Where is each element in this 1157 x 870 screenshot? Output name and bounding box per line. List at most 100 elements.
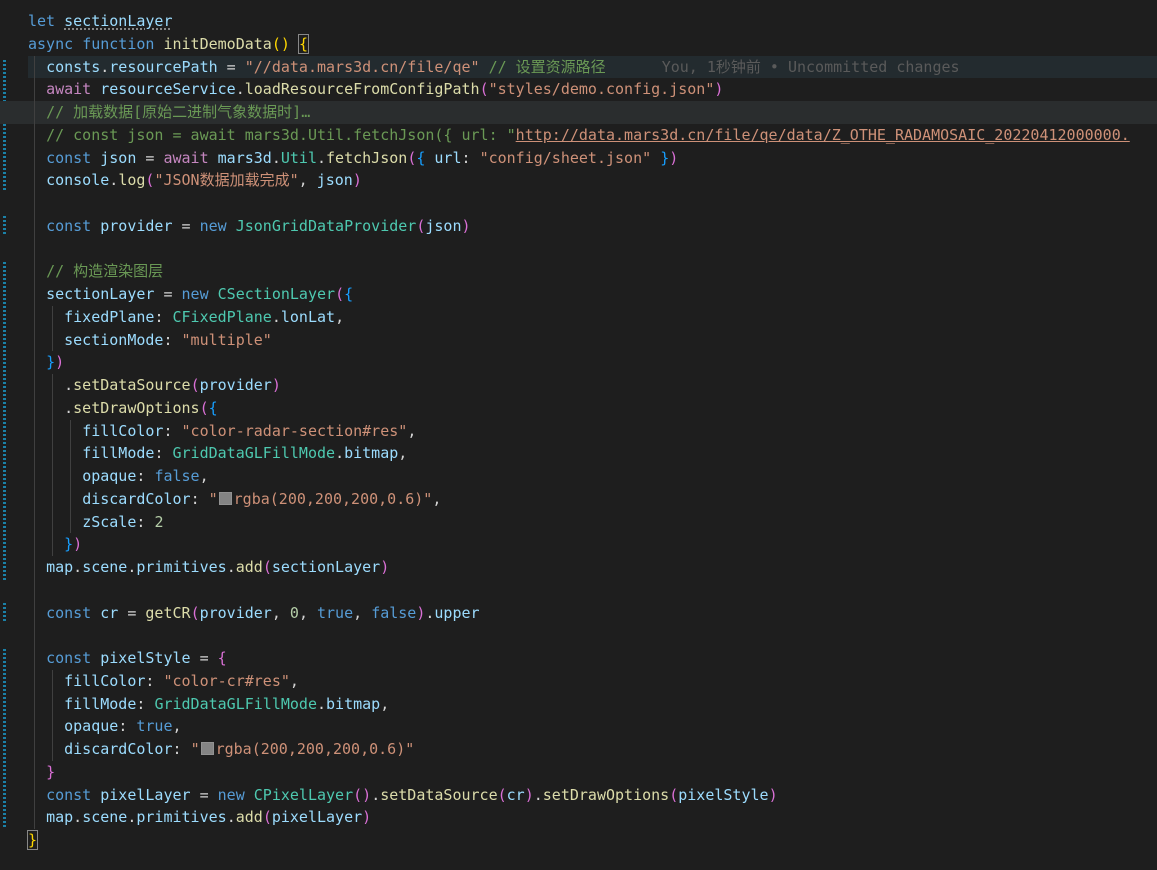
token: // 设置资源路径 — [488, 57, 606, 76]
git-modified-bar[interactable] — [3, 603, 6, 623]
code-line: await resourceService.loadResourceFromCo… — [28, 78, 1157, 101]
token: fillMode — [64, 694, 137, 713]
code-line: opaque: false, — [28, 465, 1157, 488]
code-line: const json = await mars3d.Util.fetchJson… — [28, 146, 1157, 170]
color-swatch[interactable] — [218, 491, 232, 505]
token: new — [181, 285, 209, 303]
token: zScale — [82, 512, 137, 531]
token: setDataSource — [73, 376, 191, 394]
token: lonLat — [280, 307, 336, 326]
token: new — [199, 216, 227, 235]
token: setDrawOptions — [73, 398, 200, 417]
token: "config/sheet.json" — [479, 148, 652, 167]
git-modified-bar[interactable] — [3, 60, 6, 190]
token: 0 — [289, 603, 299, 622]
code-line: const provider = new JsonGridDataProvide… — [28, 214, 1157, 238]
token: GridDataGLFillMode — [172, 444, 336, 463]
token: fetchJson — [326, 148, 408, 167]
token: json — [316, 171, 353, 190]
token: console — [46, 171, 110, 190]
token: const — [46, 216, 92, 235]
token: rgba(200,200,200,0.6)" — [233, 489, 433, 508]
code-line: }) — [28, 351, 1157, 374]
code-line: const cr = getCR(provider, 0, true, fals… — [28, 601, 1157, 625]
code-line: .setDrawOptions({ — [28, 396, 1157, 420]
code-line: fixedPlane: CFixedPlane.lonLat, — [28, 305, 1157, 329]
token: "//data.mars3d.cn/file/qe" — [244, 57, 480, 76]
code-link[interactable]: http://data.mars3d.cn/file/qe/data/Z_OTH… — [516, 126, 1130, 144]
token: scene — [82, 558, 128, 576]
code-line: let sectionLayer — [28, 10, 1157, 33]
code-line: } — [28, 760, 1157, 784]
token: add — [235, 558, 263, 576]
token: "color-cr#res" — [163, 671, 290, 690]
code-line: async function initDemoData() { — [28, 33, 1157, 56]
code-line[interactable]: // 加载数据[原始二进制气象数据时]… — [0, 101, 1157, 124]
token: const — [46, 603, 92, 622]
code-line: .setDataSource(provider) — [28, 374, 1157, 397]
token: provider — [199, 603, 272, 622]
code-line: discardColor: " rgba(200,200,200,0.6)" — [28, 738, 1157, 761]
token: fillMode — [82, 444, 155, 463]
token: loadResourceFromConfigPath — [244, 80, 480, 99]
token: const — [46, 785, 92, 804]
token: const — [46, 649, 92, 667]
token: // const json = await mars3d.Util.fetchJ… — [46, 125, 516, 144]
code-line: fillColor: "color-cr#res", — [28, 669, 1157, 693]
code-line: console.log("JSON数据加载完成", json) — [28, 169, 1157, 192]
code-line: const pixelStyle = { — [28, 647, 1157, 670]
token: sectionLayer — [271, 558, 381, 576]
token: rgba(200,200,200,0.6)" — [215, 740, 415, 758]
code-line: fillMode: GridDataGLFillMode.bitmap, — [28, 692, 1157, 716]
token: pixelLayer — [271, 808, 363, 827]
token: upper — [434, 603, 480, 622]
token: CPixelLayer — [253, 785, 354, 804]
token: bitmap — [344, 444, 399, 463]
code-line: map.scene.primitives.add(sectionLayer) — [28, 556, 1157, 579]
token: primitives — [136, 558, 227, 576]
git-modified-bar[interactable] — [3, 216, 6, 236]
code-line: zScale: 2 — [28, 510, 1157, 534]
git-modified-bar[interactable] — [3, 649, 6, 829]
token: map — [46, 808, 74, 827]
token: json — [425, 216, 462, 235]
code-line: sectionMode: "multiple" — [28, 328, 1157, 352]
token: // 加载数据[原始二进制气象数据时]… — [46, 103, 311, 121]
code-line — [28, 237, 1157, 261]
token: getCR — [145, 603, 191, 622]
token: pixelLayer — [100, 785, 191, 804]
token: pixelStyle — [100, 649, 191, 667]
git-blame-annotation: You, 1秒钟前 • Uncommitted changes — [661, 57, 960, 76]
code-line: map.scene.primitives.add(pixelLayer) — [28, 806, 1157, 829]
code-line — [28, 624, 1157, 647]
code-line: const pixelLayer = new CPixelLayer().set… — [28, 783, 1157, 807]
token: consts — [46, 57, 101, 76]
token: sectionLayer — [64, 12, 173, 30]
code-line: consts.resourcePath = "//data.mars3d.cn/… — [28, 55, 1157, 79]
token: sectionLayer — [46, 285, 155, 303]
color-swatch[interactable] — [200, 742, 214, 755]
token: add — [235, 808, 263, 827]
token: scene — [82, 808, 128, 827]
token: let — [28, 12, 56, 30]
git-modified-bar[interactable] — [3, 262, 6, 582]
token: opaque — [82, 467, 137, 485]
token: discardColor — [64, 740, 173, 758]
token: { — [297, 33, 309, 54]
code-line — [28, 578, 1157, 602]
code-editor[interactable]: › let sectionLayer async function initDe… — [0, 0, 1157, 870]
token: true — [317, 603, 354, 622]
editor-gutter: › — [0, 0, 26, 870]
token: json — [100, 148, 137, 167]
code-line: fillMode: GridDataGLFillMode.bitmap, — [28, 442, 1157, 465]
code-line: } — [26, 830, 39, 850]
token: url — [434, 148, 462, 167]
token: false — [154, 467, 200, 485]
token: JsonGridDataProvider — [235, 216, 417, 235]
token: resourceService — [100, 80, 236, 99]
token: bitmap — [326, 694, 381, 713]
token: pixelStyle — [678, 785, 769, 804]
code-line: // 构造渲染图层 — [28, 260, 1157, 283]
code-line: sectionLayer = new CSectionLayer({ — [28, 283, 1157, 306]
code-line: // const json = await mars3d.Util.fetchJ… — [28, 123, 1157, 147]
